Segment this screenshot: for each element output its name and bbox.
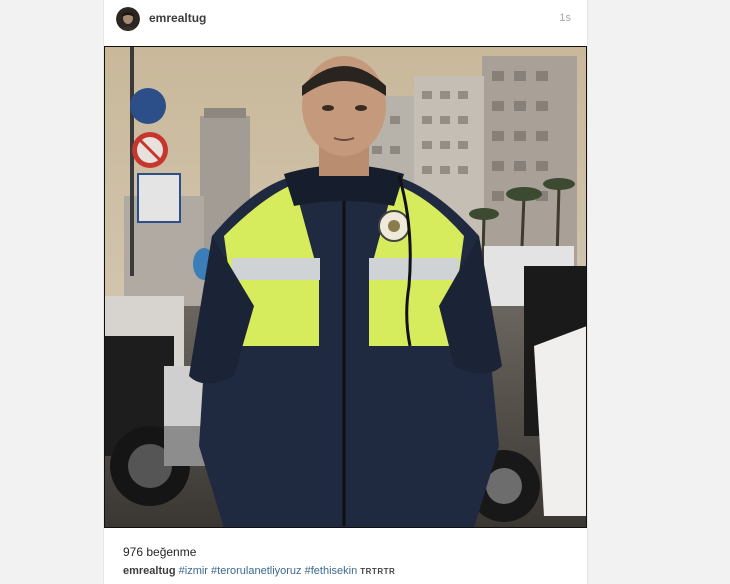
post-caption: emrealtug #izmir #terorulanetliyoruz #fe… xyxy=(123,565,395,577)
post-photo[interactable] xyxy=(104,46,587,528)
hashtag-izmir[interactable]: #izmir xyxy=(179,565,208,577)
profile-avatar-icon[interactable] xyxy=(116,7,140,31)
post-card: emrealtug 1s 976 beğenme emrealtug #izmi… xyxy=(103,0,588,584)
like-count[interactable]: 976 beğenme xyxy=(123,545,196,559)
post-header: emrealtug 1s xyxy=(104,0,587,44)
caption-extra-text: TRTRTR xyxy=(360,567,396,576)
post-timestamp: 1s xyxy=(559,12,571,24)
post-username[interactable]: emrealtug xyxy=(149,11,206,25)
caption-username[interactable]: emrealtug xyxy=(123,565,176,577)
hashtag-fethisekin[interactable]: #fethisekin xyxy=(305,565,358,577)
hashtag-terorulanetliyoruz[interactable]: #terorulanetliyoruz xyxy=(211,565,302,577)
